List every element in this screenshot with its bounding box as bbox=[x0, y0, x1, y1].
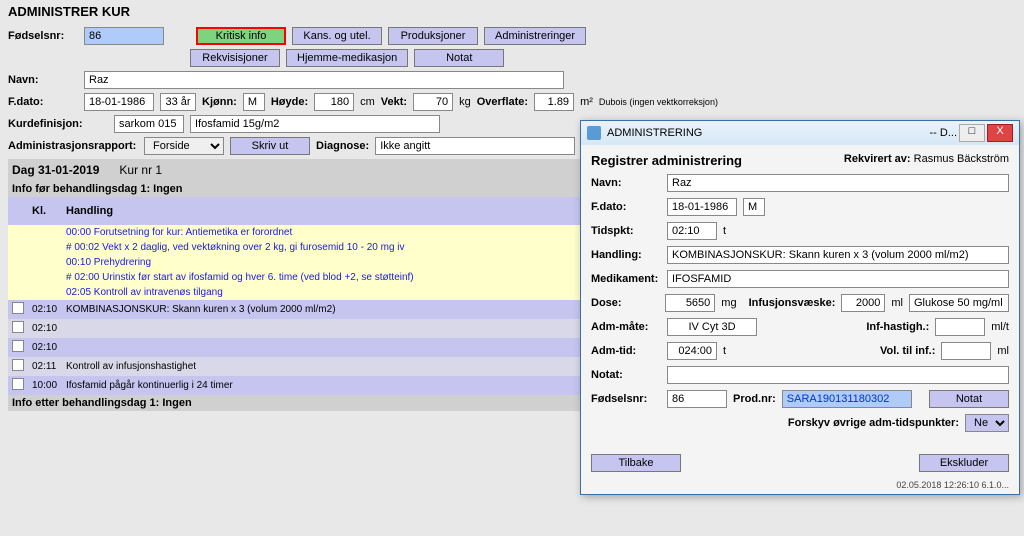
checkbox[interactable] bbox=[12, 378, 24, 390]
rekvisisjoner-button[interactable]: Rekvisisjoner bbox=[190, 49, 280, 67]
administrering-dialog: ADMINISTRERING -- D... □ X Registrer adm… bbox=[580, 120, 1020, 495]
dlg-forskyv-select[interactable]: Nei bbox=[965, 414, 1009, 432]
col-kl: Kl. bbox=[28, 197, 62, 225]
hjemme-medikasjon-button[interactable]: Hjemme-medikasjon bbox=[286, 49, 408, 67]
dlg-fdato-input[interactable] bbox=[667, 198, 737, 216]
dlg-prodnr-input[interactable] bbox=[782, 390, 912, 408]
dlg-notat-button[interactable]: Notat bbox=[929, 390, 1009, 408]
dlg-navn-input[interactable] bbox=[667, 174, 1009, 192]
kurdef2-input[interactable] bbox=[190, 115, 440, 133]
dlg-medikament-input[interactable] bbox=[667, 270, 1009, 288]
admrapport-select[interactable]: Forside bbox=[144, 137, 224, 155]
dialog-title-text: ADMINISTRERING bbox=[607, 127, 702, 139]
produksjoner-button[interactable]: Produksjoner bbox=[388, 27, 478, 45]
dlg-fodselsnr-input[interactable] bbox=[667, 390, 727, 408]
diagnose-label: Diagnose: bbox=[316, 140, 369, 152]
dlg-voltil-input[interactable] bbox=[941, 342, 991, 360]
dlg-notat-input[interactable] bbox=[667, 366, 1009, 384]
maximize-button[interactable]: □ bbox=[959, 124, 985, 142]
age-input bbox=[160, 93, 196, 111]
overflate-label: Overflate: bbox=[477, 96, 528, 108]
vekt-label: Vekt: bbox=[381, 96, 407, 108]
dlg-tidspkt-input[interactable] bbox=[667, 222, 717, 240]
kurnr: Kur nr 1 bbox=[119, 163, 162, 177]
page-title: ADMINISTRER KUR bbox=[8, 4, 1016, 19]
dialog-footer-timestamp: 02.05.2018 12:26:10 6.1.0... bbox=[581, 480, 1019, 494]
vekt-input[interactable] bbox=[413, 93, 453, 111]
dlg-infv-type-input[interactable] bbox=[909, 294, 1009, 312]
dialog-heading: Registrer administrering bbox=[591, 153, 742, 168]
checkbox[interactable] bbox=[12, 321, 24, 333]
dubois-note: Dubois (ingen vektkorreksjon) bbox=[599, 97, 718, 107]
notat-button[interactable]: Notat bbox=[414, 49, 504, 67]
checkbox[interactable] bbox=[12, 302, 24, 314]
checkbox[interactable] bbox=[12, 340, 24, 352]
col-handling: Handling bbox=[62, 197, 646, 225]
dlg-admtid-input[interactable] bbox=[667, 342, 717, 360]
administreringer-button[interactable]: Administreringer bbox=[484, 27, 586, 45]
dialog-icon bbox=[587, 126, 601, 140]
tilbake-button[interactable]: Tilbake bbox=[591, 454, 681, 472]
kjonn-label: Kjønn: bbox=[202, 96, 237, 108]
diagnose-input[interactable] bbox=[375, 137, 575, 155]
navn-label: Navn: bbox=[8, 74, 78, 86]
fdato-label: F.dato: bbox=[8, 96, 78, 108]
dlg-admmate-input[interactable] bbox=[667, 318, 757, 336]
overflate-input[interactable] bbox=[534, 93, 574, 111]
day-header: Dag 31-01-2019 bbox=[12, 163, 99, 177]
navn-input[interactable] bbox=[84, 71, 564, 89]
dlg-infv-ml-input[interactable] bbox=[841, 294, 885, 312]
fodselsnr-label: Fødselsnr: bbox=[8, 30, 78, 42]
kjonn-input[interactable] bbox=[243, 93, 265, 111]
dlg-dose-input[interactable] bbox=[665, 294, 715, 312]
kurdef1-input[interactable] bbox=[114, 115, 184, 133]
skrivut-button[interactable]: Skriv ut bbox=[230, 137, 310, 155]
kans-utel-button[interactable]: Kans. og utel. bbox=[292, 27, 382, 45]
checkbox[interactable] bbox=[12, 359, 24, 371]
admrapport-label: Administrasjonsrapport: bbox=[8, 140, 138, 152]
fodselsnr-input[interactable] bbox=[84, 27, 164, 45]
dlg-infhast-input[interactable] bbox=[935, 318, 985, 336]
fdato-input[interactable] bbox=[84, 93, 154, 111]
dlg-handling-input[interactable] bbox=[667, 246, 1009, 264]
hoyde-input[interactable] bbox=[314, 93, 354, 111]
hoyde-label: Høyde: bbox=[271, 96, 308, 108]
dlg-kjonn-input[interactable] bbox=[743, 198, 765, 216]
kritisk-info-button[interactable]: Kritisk info bbox=[196, 27, 286, 45]
close-button[interactable]: X bbox=[987, 124, 1013, 142]
kurdef-label: Kurdefinisjon: bbox=[8, 118, 108, 130]
ekskluder-button[interactable]: Ekskluder bbox=[919, 454, 1009, 472]
